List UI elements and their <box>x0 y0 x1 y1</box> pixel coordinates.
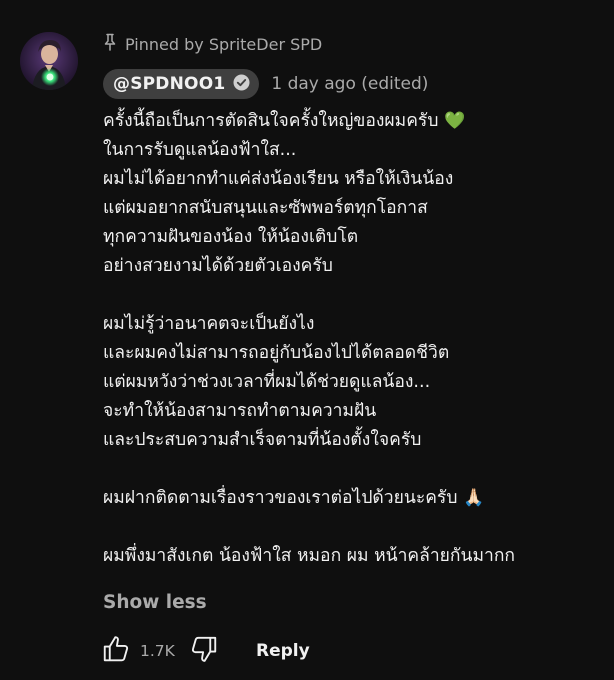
comment-line: และผมคงไม่สามารถอยู่กับน้องไปได้ตลอดชีวิ… <box>103 343 450 363</box>
pin-icon <box>103 33 125 55</box>
comment-line: จะทำให้น้องสามารถทำตามความฝัน <box>103 401 377 421</box>
thumbs-down-icon <box>189 634 219 668</box>
author-badge[interactable]: @SPDNOO1 <box>103 69 260 99</box>
pinned-comment: Pinned by SpriteDer SPD @SPDNOO1 1 day a… <box>0 0 614 680</box>
pinned-label: Pinned by SpriteDer SPD <box>103 33 322 55</box>
verified-check-icon <box>225 74 250 95</box>
comment-header: @SPDNOO1 1 day ago (edited) <box>103 69 428 99</box>
thumbs-up-icon <box>101 634 131 668</box>
reply-button[interactable]: Reply <box>256 641 310 661</box>
like-count: 1.7K <box>140 642 175 660</box>
comment-line: และประสบความสำเร็จตามที่น้องตั้งใจครับ <box>103 430 422 450</box>
dislike-button[interactable] <box>188 635 220 667</box>
comment-line: ผมไม่รู้ว่าอนาคตจะเป็นยังไง <box>103 314 315 334</box>
like-button[interactable] <box>100 635 132 667</box>
comment-line: แต่ผมหวังว่าช่วงเวลาที่ผมได้ช่วยดูแลน้อง… <box>103 372 431 392</box>
comment-text: ครั้งนี้ถือเป็นการตัดสินใจครั้งใหญ่ของผม… <box>103 107 603 571</box>
show-less-button[interactable]: Show less <box>103 592 207 613</box>
comment-actions: 1.7K Reply <box>100 634 310 668</box>
comment-timestamp[interactable]: 1 day ago (edited) <box>271 74 428 94</box>
author-handle[interactable]: @SPDNOO1 <box>113 74 225 94</box>
comment-line: ครั้งนี้ถือเป็นการตัดสินใจครั้งใหญ่ของผม… <box>103 111 466 131</box>
folded-hands-emoji: 🙏🏻 <box>463 488 485 508</box>
comment-line: ทุกความฝันของน้อง ให้น้องเติบโต <box>103 227 359 247</box>
comment-line: ผมพึ่งมาสังเกต น้องฟ้าใส หมอก ผม หน้าคล้… <box>103 546 516 566</box>
green-heart-emoji: 💚 <box>444 111 466 131</box>
comment-line: แต่ผมอยากสนับสนุนและซัพพอร์ตทุกโอกาส <box>103 198 428 218</box>
comment-line: ผมฝากติดตามเรื่องราวของเราต่อไปด้วยนะครั… <box>103 488 485 508</box>
comment-line: อย่างสวยงามได้ด้วยตัวเองครับ <box>103 256 333 276</box>
comment-line: ผมไม่ได้อยากทำแค่ส่งน้องเรียน หรือให้เงิ… <box>103 169 454 189</box>
comment-line: ในการรับดูแลน้องฟ้าใส... <box>103 140 297 160</box>
pinned-text: Pinned by SpriteDer SPD <box>125 34 323 54</box>
avatar[interactable] <box>20 32 78 90</box>
